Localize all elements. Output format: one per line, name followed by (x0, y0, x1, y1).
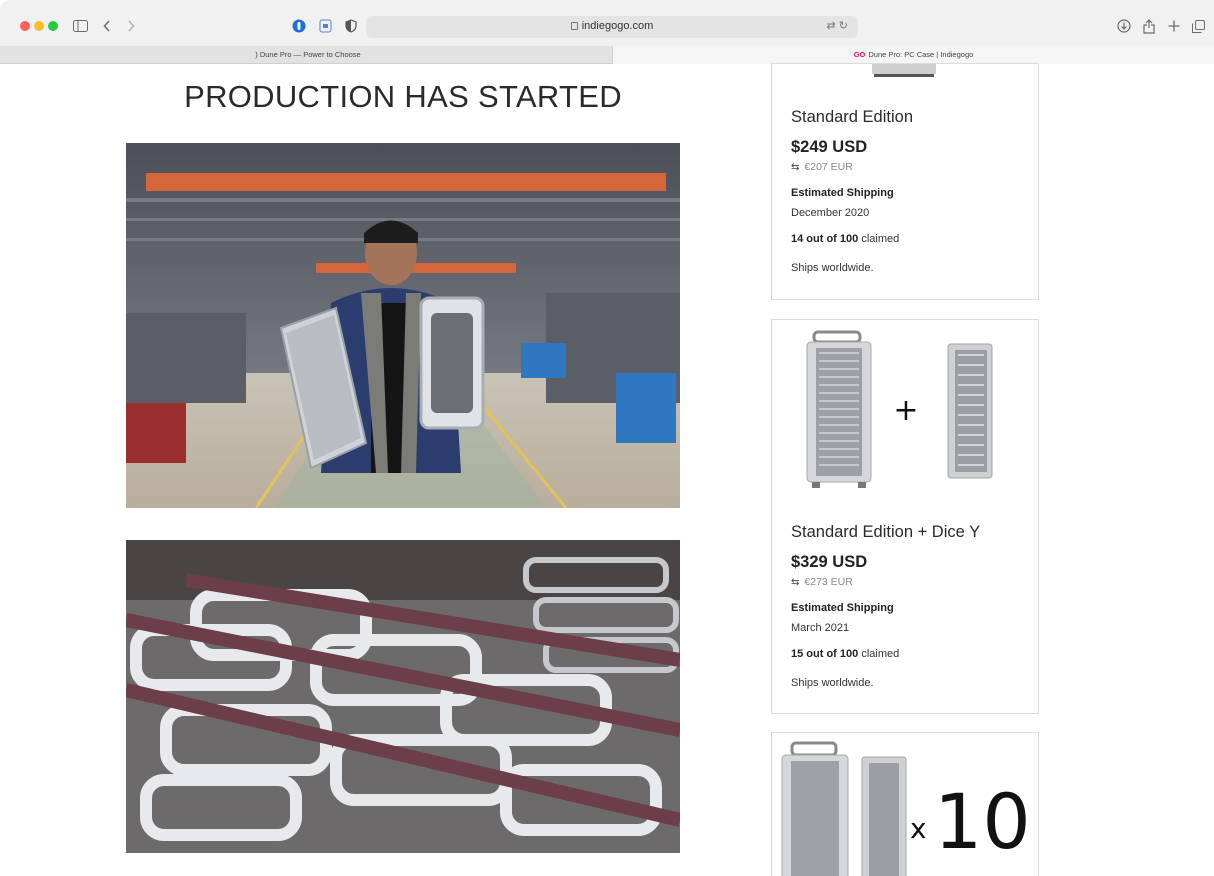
tab-overview-icon[interactable] (1188, 16, 1208, 36)
lock-icon (570, 22, 578, 30)
section-heading: PRODUCTION HAS STARTED (184, 79, 622, 114)
translate-reload-icon[interactable]: ⇄ ↻ (827, 19, 849, 32)
tab-dune-pro-site[interactable]: ) Dune Pro — Power to Choose (8, 46, 608, 64)
reward-price: $249 USD (791, 138, 868, 156)
address-bar[interactable]: indiegogo.com ⇄ ↻ (366, 16, 858, 38)
page-content: PRODUCTION HAS STARTED Standard Edition … (0, 63, 1214, 876)
factory-photo (126, 143, 680, 508)
tab-label: Dune Pro: PC Case | Indiegogo (868, 50, 974, 59)
new-tab-icon[interactable] (1164, 16, 1184, 36)
shipping-label: Estimated Shipping (791, 187, 894, 199)
reward-price: $329 USD (791, 553, 868, 571)
reward-price-converted: ⇆ €207 EUR (791, 161, 853, 173)
shipping-date: December 2020 (791, 207, 870, 219)
reward-price-converted: ⇆ €273 EUR (791, 576, 853, 588)
reward-card-standard-dice-y[interactable]: + Standard Edition + Dice Y $329 USD ⇆ €2… (771, 319, 1039, 714)
claimed-status: 15 out of 100 claimed (791, 648, 900, 660)
browser-toolbar: indiegogo.com ⇄ ↻ (0, 0, 1214, 46)
privacy-shield-icon[interactable] (341, 16, 361, 36)
currency-convert-icon: ⇆ (791, 577, 800, 588)
shipping-label: Estimated Shipping (791, 602, 894, 614)
reward-card-standard[interactable]: Standard Edition $249 USD ⇆ €207 EUR Esti… (771, 63, 1039, 300)
product-image (872, 64, 936, 77)
zoom-window-button[interactable] (48, 21, 58, 31)
browser-window: indiegogo.com ⇄ ↻ ) Dune Pro — Power to … (0, 0, 1214, 876)
tab-indiegogo[interactable]: GO Dune Pro: PC Case | Indiegogo (612, 46, 1214, 64)
share-icon[interactable] (1139, 16, 1159, 36)
claimed-status: 14 out of 100 claimed (791, 233, 900, 245)
indiegogo-favicon-icon: GO (853, 50, 866, 59)
multiplier-10: 10 (934, 777, 1031, 866)
tab-label: Dune Pro — Power to Choose (259, 50, 361, 59)
reward-title: Standard Edition + Dice Y (791, 523, 981, 541)
minimize-window-button[interactable] (34, 21, 44, 31)
multiplier-x: x (910, 812, 927, 845)
sidebar-toggle-icon[interactable] (70, 16, 90, 36)
shipping-date: March 2021 (791, 622, 850, 634)
tab-bar: ) Dune Pro — Power to Choose GO Dune Pro:… (0, 46, 1214, 64)
extension-icon[interactable] (289, 16, 309, 36)
aluminum-frames-photo (126, 540, 680, 853)
reward-title: Standard Edition (791, 108, 914, 126)
password-extension-icon[interactable] (315, 16, 335, 36)
downloads-icon[interactable] (1114, 16, 1134, 36)
product-image: x 10 (781, 741, 1031, 876)
currency-convert-icon: ⇆ (791, 162, 800, 173)
product-image: + (806, 330, 993, 488)
plus-sign: + (893, 393, 918, 428)
reward-card-x10[interactable]: x 10 (771, 732, 1039, 876)
forward-icon[interactable] (121, 16, 141, 36)
back-icon[interactable] (97, 16, 117, 36)
ships-worldwide: Ships worldwide. (791, 677, 874, 689)
address-url: indiegogo.com (581, 20, 654, 32)
ships-worldwide: Ships worldwide. (791, 262, 874, 274)
close-window-button[interactable] (20, 21, 30, 31)
